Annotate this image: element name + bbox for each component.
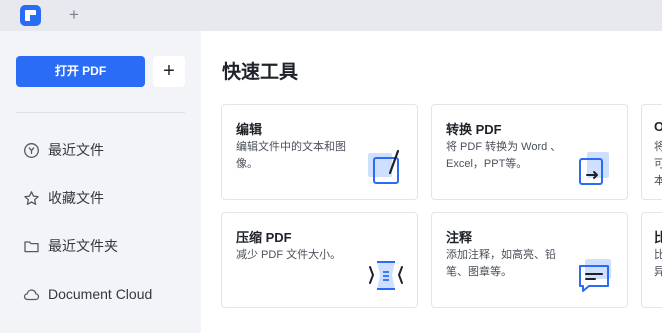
comment-icon — [575, 255, 615, 295]
main-content: 快速工具 编辑 编辑文件中的文本和图像。 转换 PDF 将 PDF 转换为 Wo… — [201, 31, 662, 333]
card-title: 压缩 PDF — [236, 230, 292, 245]
card-description: 比 异 — [654, 247, 662, 281]
compress-icon — [365, 255, 405, 295]
page-title: 快速工具 — [222, 62, 299, 83]
sidebar-item-label: 最近文件夹 — [48, 238, 118, 254]
sidebar-item-document-cloud[interactable]: Document Cloud — [16, 279, 191, 309]
sidebar: 打开 PDF + 最近文件 收藏文件 最近文件夹 Document Cloud — [0, 31, 201, 333]
card-title: 转换 PDF — [446, 122, 502, 137]
tool-card-convert-pdf[interactable]: 转换 PDF 将 PDF 转换为 Word 、Excel，PPT等。 — [431, 104, 628, 200]
card-description: 减少 PDF 文件大小。 — [236, 249, 342, 261]
card-title: 注释 — [446, 230, 473, 245]
card-description: 添加注释，如高亮、铅笔、图章等。 — [446, 249, 556, 278]
edit-icon — [365, 147, 405, 187]
card-title: 编辑 — [236, 122, 263, 137]
add-button[interactable]: + — [153, 56, 185, 87]
card-description: 将 PDF 转换为 Word 、Excel，PPT等。 — [446, 141, 562, 170]
card-title: 比 — [654, 227, 662, 246]
tool-card-compress-pdf[interactable]: 压缩 PDF 减少 PDF 文件大小。 — [221, 212, 418, 308]
sidebar-item-label: 收藏文件 — [48, 190, 104, 206]
sidebar-item-label: Document Cloud — [48, 286, 153, 302]
clock-icon — [23, 142, 40, 159]
star-icon — [23, 190, 40, 207]
sidebar-item-label: 最近文件 — [48, 142, 104, 158]
tool-card-ocr-partial[interactable]: O 将 可 本 — [641, 104, 662, 200]
tool-card-annotate[interactable]: 注释 添加注释，如高亮、铅笔、图章等。 — [431, 212, 628, 308]
new-tab-button[interactable]: + — [64, 5, 84, 25]
tool-card-compare-partial[interactable]: 比 比 异 — [641, 212, 662, 308]
card-title: O — [654, 119, 662, 134]
cloud-icon — [23, 286, 40, 303]
app-logo-icon[interactable] — [20, 5, 41, 26]
open-pdf-button[interactable]: 打开 PDF — [16, 56, 145, 87]
tool-card-edit[interactable]: 编辑 编辑文件中的文本和图像。 — [221, 104, 418, 200]
tab-bar: + — [0, 0, 662, 31]
sidebar-divider — [16, 112, 185, 113]
convert-icon — [575, 147, 615, 187]
folder-icon — [23, 238, 40, 255]
sidebar-item-recent-folders[interactable]: 最近文件夹 — [16, 231, 191, 261]
sidebar-item-favorites[interactable]: 收藏文件 — [16, 183, 191, 213]
sidebar-item-recent-files[interactable]: 最近文件 — [16, 135, 191, 165]
card-description: 编辑文件中的文本和图像。 — [236, 141, 346, 170]
card-description: 将 可 本 — [654, 139, 662, 190]
